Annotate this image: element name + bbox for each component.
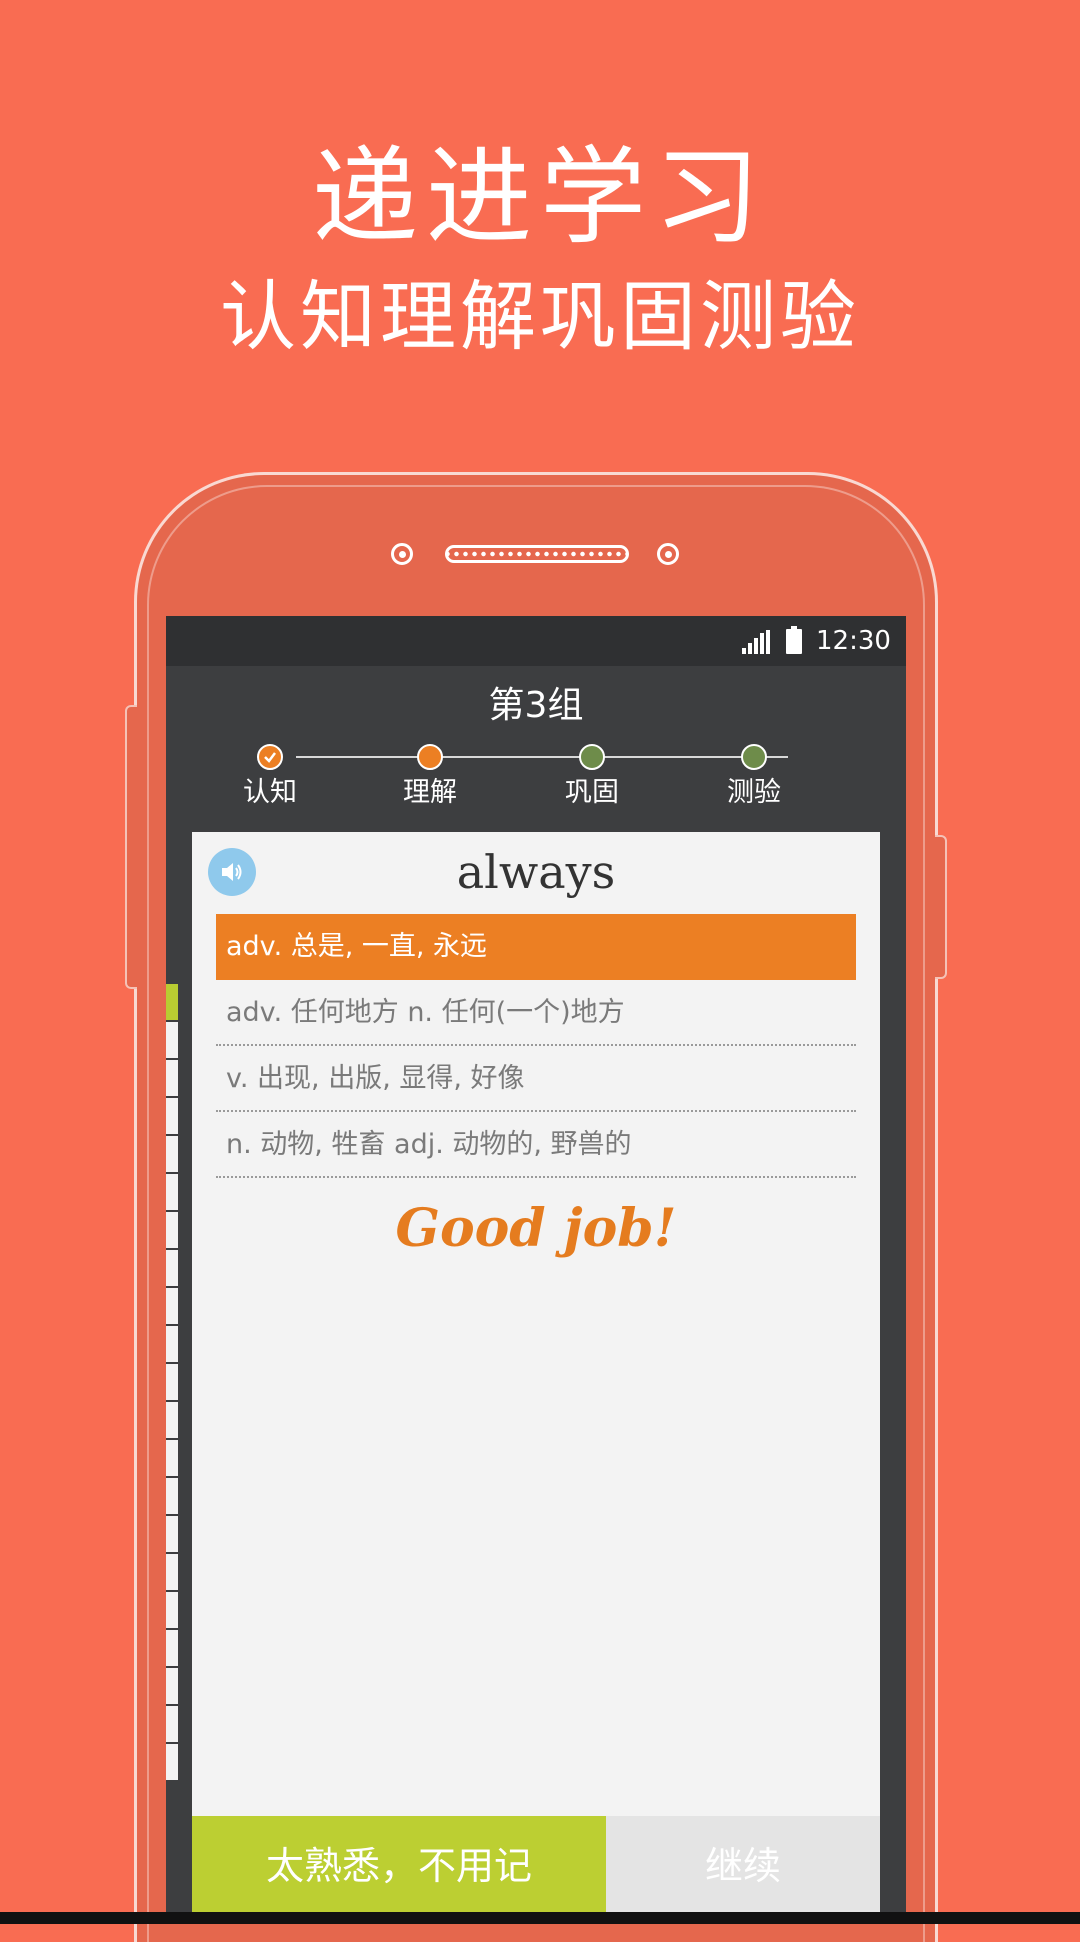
phone-side-button-left: [125, 705, 137, 989]
step-label: 测验: [727, 777, 781, 808]
step-label: 巩固: [565, 777, 619, 808]
step-dot-current: [417, 744, 443, 770]
earpiece-speaker: [445, 545, 629, 563]
word-text: always: [456, 845, 616, 899]
edge-segment: [166, 1136, 178, 1174]
step-dot-pending: [579, 744, 605, 770]
edge-segment: [166, 1630, 178, 1668]
edge-segment: [166, 1744, 178, 1782]
edge-segment: [166, 1478, 178, 1516]
edge-segment: [166, 1326, 178, 1364]
step-dot-pending: [741, 744, 767, 770]
status-bar: 12:30: [166, 616, 906, 666]
edge-segment: [166, 1212, 178, 1250]
edge-segment: [166, 1174, 178, 1212]
step-label: 理解: [403, 777, 457, 808]
phone-side-button-right: [935, 835, 947, 979]
edge-segment: [166, 1250, 178, 1288]
edge-segment: [166, 1554, 178, 1592]
feedback-text: Good job!: [395, 1198, 677, 1259]
camera-icon: [391, 543, 413, 565]
sensor-icon: [657, 543, 679, 565]
answer-option[interactable]: adv. 任何地方 n. 任何(一个)地方: [216, 980, 856, 1046]
group-title: 第3组: [488, 685, 584, 726]
step-test[interactable]: 测验: [694, 744, 814, 810]
promo-subtitle: 认知理解巩固测验: [220, 272, 860, 361]
continue-button[interactable]: 继续: [606, 1816, 880, 1916]
word-card: always adv. 总是, 一直, 永远 adv. 任何地方 n. 任何(一…: [192, 832, 880, 1824]
edge-segment: [166, 1668, 178, 1706]
edge-segment: [166, 1060, 178, 1098]
speaker-button[interactable]: [208, 848, 256, 896]
step-dot-done: [257, 744, 283, 770]
answer-option[interactable]: v. 出现, 出版, 显得, 好像: [216, 1046, 856, 1112]
edge-segment: [166, 1706, 178, 1744]
step-recognize[interactable]: 认知: [210, 744, 330, 810]
progress-edge-strip: [166, 984, 178, 1796]
edge-segment: [166, 1440, 178, 1478]
edge-segment: [166, 1098, 178, 1136]
step-label: 认知: [243, 777, 297, 808]
speaker-icon: [222, 863, 242, 881]
too-familiar-button[interactable]: 太熟悉，不用记: [192, 1816, 606, 1916]
edge-segment: [166, 1022, 178, 1060]
phone-screen: 12:30 第3组 认知 理解 巩固 测验 always adv. 总是, 一直…: [166, 616, 906, 1924]
edge-segment: [166, 1288, 178, 1326]
answer-option[interactable]: n. 动物, 牲畜 adj. 动物的, 野兽的: [216, 1112, 856, 1178]
edge-segment: [166, 1402, 178, 1440]
step-consolidate[interactable]: 巩固: [532, 744, 652, 810]
signal-icon: [742, 630, 770, 654]
answer-options: adv. 总是, 一直, 永远 adv. 任何地方 n. 任何(一个)地方 v.…: [216, 914, 856, 1178]
step-understand[interactable]: 理解: [370, 744, 490, 810]
check-icon: [264, 752, 276, 763]
battery-icon: [786, 626, 802, 654]
edge-segment: [166, 984, 178, 1022]
navigation-bar: [0, 1912, 1080, 1924]
answer-option[interactable]: adv. 总是, 一直, 永远: [216, 914, 856, 980]
status-time: 12:30: [816, 626, 891, 656]
edge-segment: [166, 1364, 178, 1402]
promo-title: 递进学习: [312, 136, 768, 259]
edge-segment: [166, 1516, 178, 1554]
edge-segment: [166, 1592, 178, 1630]
